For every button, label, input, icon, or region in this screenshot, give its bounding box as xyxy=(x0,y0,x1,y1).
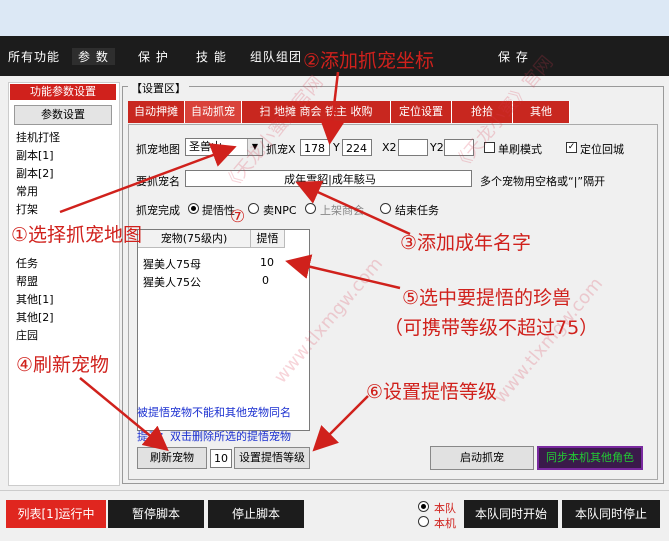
arrow-coords xyxy=(319,71,345,145)
annotation-arrows xyxy=(59,71,411,452)
annotation-select-map: ①选择抓宠地图 xyxy=(11,224,143,246)
arrow-map xyxy=(59,143,237,214)
arrow-set-level xyxy=(312,395,369,452)
arrow-select-pet xyxy=(285,254,401,290)
annotation-seven: ⑦ xyxy=(230,207,246,227)
annotation-add-name: ③添加成年名字 xyxy=(400,232,532,254)
annotation-set-level: ⑥设置提悟等级 xyxy=(366,381,498,403)
arrow-refresh xyxy=(79,377,169,452)
annotation-refresh: ④刷新宠物 xyxy=(16,354,110,376)
annotation-level-limit: （可携带等级不超过75） xyxy=(384,317,599,339)
annotation-select-pet: ⑤选中要提悟的珍兽 xyxy=(402,287,572,309)
annotation-add-coords: ②添加抓宠坐标 xyxy=(303,50,435,72)
arrow-name xyxy=(295,180,411,236)
